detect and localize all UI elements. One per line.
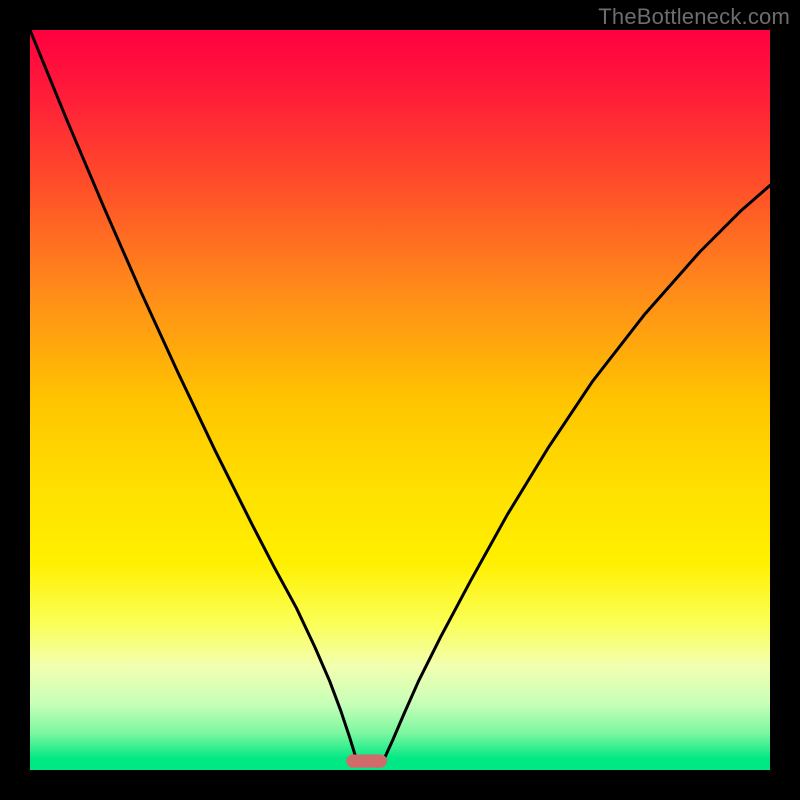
watermark-text: TheBottleneck.com	[598, 4, 790, 30]
bottleneck-marker-rect	[346, 754, 387, 767]
chart-frame: TheBottleneck.com	[0, 0, 800, 800]
gradient-background	[30, 30, 770, 770]
plot-area	[30, 30, 770, 770]
chart-svg	[30, 30, 770, 770]
bottleneck-marker	[346, 754, 387, 767]
